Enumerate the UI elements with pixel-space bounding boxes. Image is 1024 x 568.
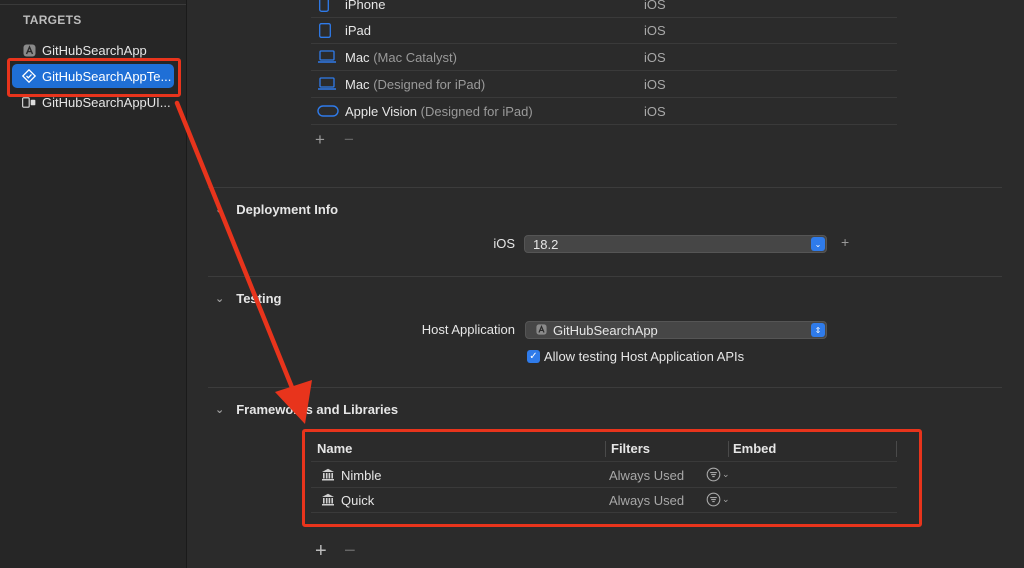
framework-filter: Always Used	[609, 493, 685, 508]
destination-sdk: iOS	[644, 22, 666, 38]
table-row[interactable]: Quick Always Used ⌄	[311, 488, 897, 513]
chevron-down-icon: ⌄	[215, 404, 225, 416]
section-title: Testing	[236, 291, 282, 306]
library-icon	[321, 468, 335, 484]
ios-label: iOS	[493, 236, 515, 251]
destination-sdk: iOS	[644, 0, 666, 12]
targets-sidebar: TARGETS GitHubSearchApp GitHubSearchAppT…	[0, 0, 187, 568]
allow-testing-checkbox[interactable]: ✓	[527, 350, 540, 363]
destination-row[interactable]: Mac (Designed for iPad) iOS	[311, 71, 897, 98]
destination-name: Mac (Designed for iPad)	[345, 76, 486, 92]
sidebar-item-label: GitHubSearchApp	[42, 42, 147, 58]
add-destination-button[interactable]: +	[315, 130, 325, 150]
library-icon	[321, 493, 335, 509]
host-application-value: GitHubSearchApp	[553, 322, 658, 338]
frameworks-table-header: Name Filters Embed	[311, 436, 897, 462]
divider	[208, 387, 1002, 388]
chevron-down-icon: ⌄	[215, 204, 225, 216]
remove-destination-button[interactable]: −	[344, 130, 354, 150]
divider	[208, 276, 1002, 277]
destination-row[interactable]: iPad iOS	[311, 17, 897, 44]
sidebar-item-label: GitHubSearchAppUI...	[42, 94, 171, 110]
destination-row[interactable]: iPhone iOS	[311, 0, 897, 18]
destination-name: iPad	[345, 22, 372, 38]
mac-icon	[317, 77, 337, 94]
add-deployment-target-button[interactable]: +	[841, 234, 849, 250]
divider	[0, 4, 186, 5]
column-separator	[896, 441, 897, 457]
ipad-icon	[319, 23, 331, 41]
iphone-icon	[319, 0, 329, 15]
ui-test-bundle-icon	[22, 95, 36, 109]
column-separator	[728, 441, 729, 457]
targets-heading: TARGETS	[23, 13, 82, 27]
destination-sdk: iOS	[644, 76, 666, 92]
framework-name: Nimble	[341, 468, 382, 483]
destination-name: iPhone	[345, 0, 386, 12]
build-settings-editor: iPhone iOS iPad iOS Mac (Mac Catalyst) i…	[187, 0, 1024, 568]
chevron-updown-icon: ⇕	[811, 323, 825, 337]
host-application-label: Host Application	[421, 322, 515, 337]
chevron-down-icon: ⌄	[722, 494, 730, 504]
app-target-icon	[536, 323, 547, 338]
ios-version-value: 18.2	[533, 236, 559, 252]
ios-deployment-target-popup[interactable]: 18.2 ⌄	[524, 235, 827, 253]
destination-name: Mac (Mac Catalyst)	[345, 49, 457, 65]
framework-name: Quick	[341, 493, 375, 508]
table-row[interactable]: Nimble Always Used ⌄	[311, 463, 897, 488]
sidebar-item-unit-tests[interactable]: GitHubSearchAppTe...	[12, 64, 174, 88]
section-deployment-info[interactable]: ⌄ Deployment Info	[215, 202, 338, 217]
app-target-icon	[22, 43, 36, 57]
filter-icon	[706, 492, 721, 507]
sidebar-item-ui-tests[interactable]: GitHubSearchAppUI...	[12, 90, 174, 114]
allow-testing-label: Allow testing Host Application APIs	[544, 349, 745, 364]
column-header-filters[interactable]: Filters	[611, 441, 650, 456]
destination-row[interactable]: Mac (Mac Catalyst) iOS	[311, 44, 897, 71]
vision-pro-icon	[317, 104, 339, 121]
sidebar-item-label: GitHubSearchAppTe...	[42, 68, 172, 84]
section-frameworks-and-libraries[interactable]: ⌄ Frameworks and Libraries	[215, 402, 398, 417]
framework-filter: Always Used	[609, 468, 685, 483]
section-testing[interactable]: ⌄ Testing	[215, 291, 281, 306]
section-title: Frameworks and Libraries	[236, 402, 399, 417]
destination-name: Apple Vision (Designed for iPad)	[345, 103, 533, 119]
sidebar-item-app-target[interactable]: GitHubSearchApp	[12, 38, 174, 62]
destination-row[interactable]: Apple Vision (Designed for iPad) iOS	[311, 98, 897, 125]
filter-popup-button[interactable]: ⌄	[706, 492, 730, 507]
mac-icon	[317, 50, 337, 67]
chevron-down-icon: ⌄	[811, 237, 825, 251]
column-header-embed[interactable]: Embed	[733, 441, 776, 456]
host-application-popup[interactable]: GitHubSearchApp ⇕	[525, 321, 827, 339]
column-header-name[interactable]: Name	[317, 441, 352, 456]
destination-sdk: iOS	[644, 49, 666, 65]
destination-sdk: iOS	[644, 103, 666, 119]
chevron-down-icon: ⌄	[215, 293, 225, 305]
chevron-down-icon: ⌄	[722, 469, 730, 479]
add-framework-button[interactable]: +	[315, 540, 327, 563]
divider	[208, 187, 1002, 188]
column-separator	[605, 441, 606, 457]
remove-framework-button[interactable]: −	[344, 540, 356, 563]
unit-test-bundle-icon	[22, 69, 36, 83]
filter-popup-button[interactable]: ⌄	[706, 467, 730, 482]
section-title: Deployment Info	[236, 202, 339, 217]
filter-icon	[706, 467, 721, 482]
